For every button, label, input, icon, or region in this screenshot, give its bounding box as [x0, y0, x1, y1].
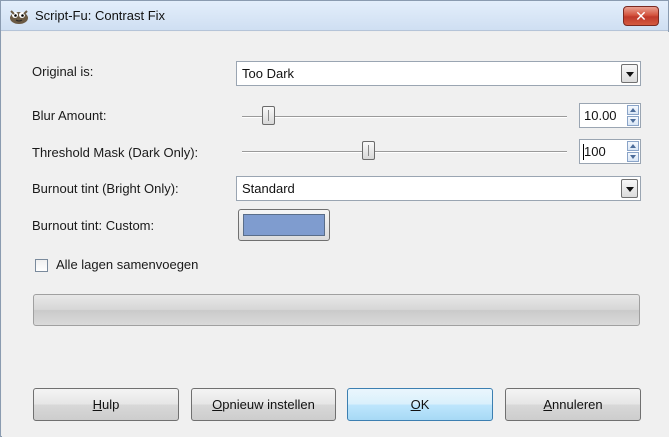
- blur-value: 10.00: [584, 108, 617, 123]
- original-value: Too Dark: [242, 66, 295, 81]
- blur-slider-track[interactable]: [242, 116, 567, 117]
- color-swatch: [243, 214, 325, 236]
- help-mnemonic: H: [92, 397, 103, 412]
- burnout-tint-value: Standard: [242, 181, 295, 196]
- blur-spinbutton[interactable]: 10.00: [579, 103, 641, 128]
- script-fu-dialog: Script-Fu: Contrast Fix ✕ Original is: T…: [0, 0, 669, 437]
- ok-label: K: [420, 397, 430, 412]
- threshold-slider-handle[interactable]: [362, 141, 376, 160]
- close-icon: ✕: [635, 8, 647, 24]
- spin-down-icon[interactable]: [627, 116, 639, 126]
- help-label: ulp: [102, 397, 120, 412]
- dialog-content: Original is: Too Dark Blur Amount: 10.00…: [2, 32, 669, 437]
- original-combo[interactable]: Too Dark: [236, 61, 641, 86]
- threshold-value: 100: [584, 144, 606, 159]
- progress-bar: [33, 294, 640, 326]
- original-label: Original is:: [32, 64, 94, 79]
- title-bar[interactable]: Script-Fu: Contrast Fix ✕: [1, 1, 668, 31]
- reset-label: pnieuw instellen: [222, 397, 315, 412]
- burnout-tint-combo[interactable]: Standard: [236, 176, 641, 201]
- spin-down-icon[interactable]: [627, 152, 639, 162]
- gimp-wilber-icon: [10, 10, 28, 24]
- cancel-button[interactable]: Annuleren: [505, 388, 641, 421]
- blur-label: Blur Amount:: [32, 108, 107, 123]
- burnout-tint-label: Burnout tint (Bright Only):: [32, 181, 179, 196]
- cancel-mnemonic: A: [543, 397, 553, 412]
- help-button[interactable]: Hulp: [33, 388, 179, 421]
- flatten-label[interactable]: Alle lagen samenvoegen: [56, 257, 198, 272]
- threshold-label: Threshold Mask (Dark Only):: [32, 145, 199, 160]
- window-title: Script-Fu: Contrast Fix: [35, 8, 166, 23]
- reset-button[interactable]: Opnieuw instellen: [191, 388, 336, 421]
- cancel-label: nnuleren: [552, 397, 603, 412]
- blur-spin-arrows: [627, 105, 639, 126]
- spin-up-icon[interactable]: [627, 141, 639, 151]
- chevron-down-icon[interactable]: [621, 64, 638, 83]
- threshold-spin-arrows: [627, 141, 639, 162]
- flatten-checkbox[interactable]: [35, 259, 48, 272]
- threshold-slider-track[interactable]: [242, 151, 567, 152]
- burnout-custom-color-button[interactable]: [238, 209, 330, 241]
- chevron-down-icon[interactable]: [621, 179, 638, 198]
- close-button[interactable]: ✕: [623, 6, 659, 26]
- burnout-custom-label: Burnout tint: Custom:: [32, 218, 155, 233]
- ok-mnemonic: O: [410, 397, 421, 412]
- blur-slider-handle[interactable]: [261, 106, 275, 125]
- spin-up-icon[interactable]: [627, 105, 639, 115]
- threshold-spinbutton[interactable]: 100: [579, 139, 641, 164]
- ok-button[interactable]: OK: [347, 388, 493, 421]
- reset-mnemonic: O: [212, 397, 223, 412]
